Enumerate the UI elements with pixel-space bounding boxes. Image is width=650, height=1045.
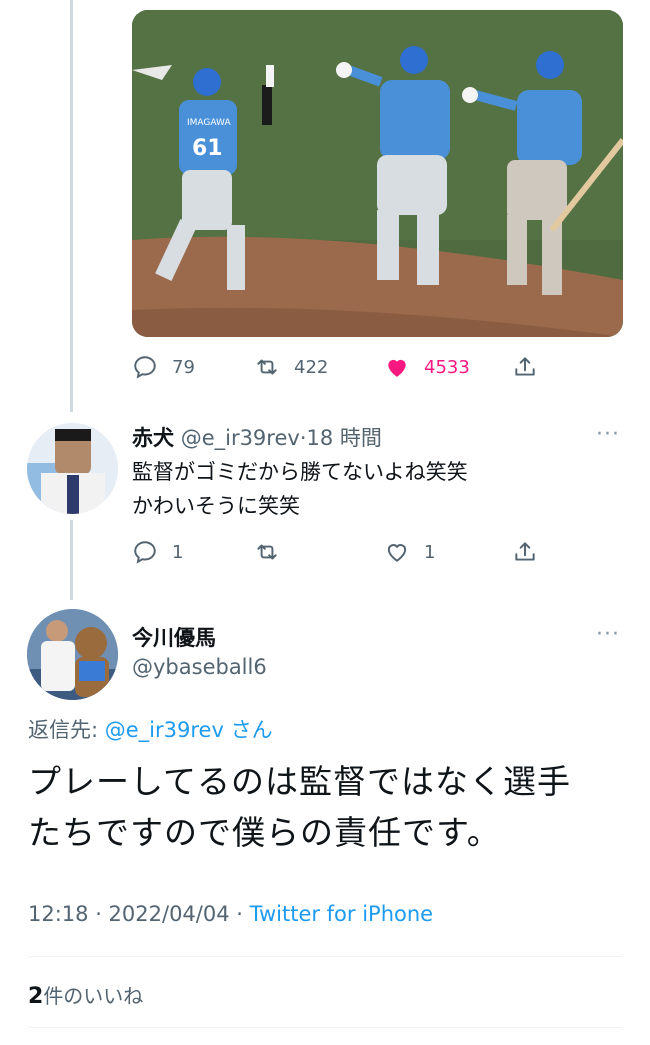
reply-tweet-actions: 1 1 bbox=[132, 537, 552, 567]
share-icon bbox=[515, 357, 535, 376]
likes-label: 件のいいね bbox=[43, 984, 144, 1008]
likes-summary[interactable]: 2件のいいね bbox=[28, 980, 143, 1009]
main-tweet-text: プレーしてるのは監督ではなく選手 たちですので僕らの責任です。 bbox=[28, 756, 628, 858]
reply-text-line1: 監督がゴミだから勝てないよね笑笑 bbox=[132, 460, 468, 484]
reply-reply-button[interactable]: 1 bbox=[132, 537, 183, 567]
reply-icon bbox=[134, 541, 156, 564]
like-count: 4533 bbox=[424, 356, 470, 378]
reply-separator: · bbox=[299, 426, 307, 450]
tweet-photo[interactable]: IMAGAWA 61 bbox=[132, 10, 623, 337]
heart-outline-icon bbox=[387, 544, 407, 562]
thread-line-top bbox=[70, 0, 73, 412]
tweet-time[interactable]: 12:18 · 2022/04/04 · bbox=[28, 902, 250, 926]
reply-text: 監督がゴミだから勝てないよね笑笑 かわいそうに笑笑 bbox=[132, 455, 468, 523]
reply-retweet-button[interactable] bbox=[254, 537, 294, 567]
svg-text:61: 61 bbox=[192, 136, 223, 161]
like-button[interactable]: 4533 bbox=[384, 352, 470, 382]
svg-text:IMAGAWA: IMAGAWA bbox=[187, 118, 231, 128]
divider-top bbox=[28, 956, 622, 957]
player-mascot-avatar-icon bbox=[27, 609, 118, 700]
reply-share-button[interactable] bbox=[512, 537, 538, 567]
retweet-button[interactable]: 422 bbox=[254, 352, 328, 382]
heart-filled-icon bbox=[388, 359, 406, 377]
tweet-timestamp: 12:18 · 2022/04/04 · Twitter for iPhone bbox=[28, 902, 433, 926]
reply-to: 返信先: @e_ir39rev さん bbox=[28, 714, 273, 744]
reply-to-handle[interactable]: @e_ir39rev さん bbox=[105, 718, 273, 742]
reply-header: 赤犬 @e_ir39rev·18 時間 bbox=[132, 422, 382, 452]
main-more-button[interactable]: ··· bbox=[596, 624, 620, 646]
divider-bottom bbox=[28, 1027, 622, 1028]
retweet-icon bbox=[257, 544, 277, 560]
reply-count: 79 bbox=[172, 356, 195, 378]
reply-button[interactable]: 79 bbox=[132, 352, 195, 382]
reply-more-button[interactable]: ··· bbox=[596, 424, 620, 446]
reply-display-name[interactable]: 赤犬 bbox=[132, 426, 174, 450]
main-handle[interactable]: @ybaseball6 bbox=[132, 655, 267, 679]
thread-line-bottom bbox=[70, 520, 73, 600]
parent-tweet-actions: 79 422 4533 bbox=[132, 352, 552, 382]
retweet-icon bbox=[257, 359, 277, 375]
main-text-line2: たちですので僕らの責任です。 bbox=[28, 813, 501, 852]
reply-to-label: 返信先: bbox=[28, 718, 105, 742]
reply-reply-count: 1 bbox=[172, 541, 184, 563]
main-display-name[interactable]: 今川優馬 bbox=[132, 622, 216, 652]
tweet-source[interactable]: Twitter for iPhone bbox=[250, 902, 434, 926]
retweet-count: 422 bbox=[294, 356, 329, 378]
likes-count: 2 bbox=[28, 984, 44, 1009]
main-avatar[interactable] bbox=[27, 609, 118, 700]
reply-text-line2: かわいそうに笑笑 bbox=[132, 494, 300, 518]
reply-like-count: 1 bbox=[424, 541, 436, 563]
share-icon bbox=[515, 542, 535, 561]
reply-like-button[interactable]: 1 bbox=[384, 537, 435, 567]
reply-avatar[interactable] bbox=[27, 423, 118, 514]
reply-time[interactable]: 18 時間 bbox=[307, 426, 382, 450]
reply-icon bbox=[134, 356, 156, 379]
share-button[interactable] bbox=[512, 352, 538, 382]
anime-character-avatar-icon bbox=[27, 423, 118, 514]
reply-handle[interactable]: @e_ir39rev bbox=[181, 426, 300, 450]
baseball-photo-icon: IMAGAWA 61 bbox=[132, 10, 623, 337]
main-text-line1: プレーしてるのは監督ではなく選手 bbox=[28, 762, 572, 801]
